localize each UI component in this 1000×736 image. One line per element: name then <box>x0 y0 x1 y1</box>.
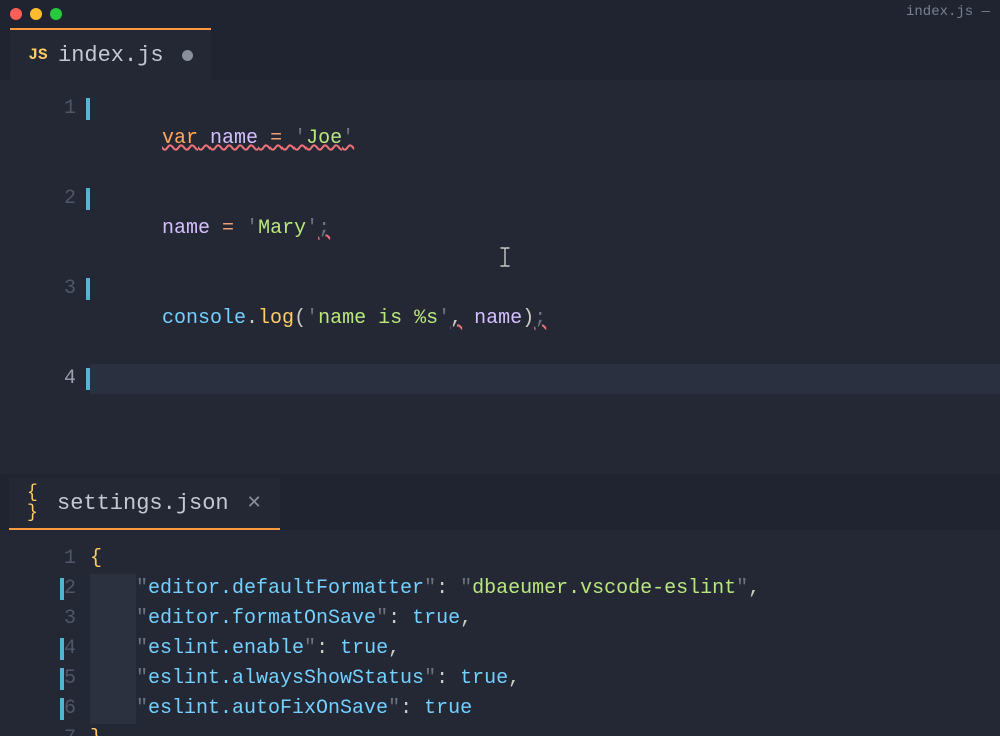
code-line: 3 "editor.formatOnSave": true, <box>0 604 1000 634</box>
tab-bar-top: JS index.js <box>0 28 1000 80</box>
tab-label: settings.json <box>57 491 229 516</box>
line-number: 2 <box>0 574 90 604</box>
window-controls <box>10 8 62 20</box>
close-window-button[interactable] <box>10 8 22 20</box>
line-number: 4 <box>0 364 90 394</box>
code-line: 2 "editor.defaultFormatter": "dbaeumer.v… <box>0 574 1000 604</box>
line-number: 3 <box>0 274 90 304</box>
code-line: 6 "eslint.autoFixOnSave": true <box>0 694 1000 724</box>
line-number: 3 <box>0 604 90 634</box>
line-number: 6 <box>0 694 90 724</box>
line-number: 7 <box>0 724 90 736</box>
line-number: 1 <box>0 94 90 124</box>
code-line: 1 { <box>0 544 1000 574</box>
line-number: 4 <box>0 634 90 664</box>
tab-settings-json[interactable]: { } settings.json ✕ <box>9 478 280 530</box>
code-line: 4 "eslint.enable": true, <box>0 634 1000 664</box>
editor-settings-json[interactable]: 1 { 2 "editor.defaultFormatter": "dbaeum… <box>0 530 1000 736</box>
code-line-current: 4 <box>0 364 1000 394</box>
code-line: 5 "eslint.alwaysShowStatus": true, <box>0 664 1000 694</box>
code-line: 2 name = 'Mary'; <box>0 184 1000 274</box>
editor-index-js[interactable]: 1 var name = 'Joe' 2 name = 'Mary'; 3 co… <box>0 80 1000 474</box>
titlebar: index.js — <box>0 0 1000 28</box>
code-line: 7 } <box>0 724 1000 736</box>
maximize-window-button[interactable] <box>50 8 62 20</box>
window-title: index.js — <box>906 4 990 20</box>
json-file-icon: { } <box>27 493 47 513</box>
js-file-icon: JS <box>28 45 48 65</box>
tab-bar-bottom: { } settings.json ✕ <box>0 478 1000 530</box>
tab-index-js[interactable]: JS index.js <box>10 28 211 80</box>
code-line: 3 console.log('name is %s', name); <box>0 274 1000 364</box>
minimize-window-button[interactable] <box>30 8 42 20</box>
code-line: 1 var name = 'Joe' <box>0 94 1000 184</box>
tab-label: index.js <box>58 43 164 68</box>
line-number: 5 <box>0 664 90 694</box>
close-tab-icon[interactable]: ✕ <box>247 492 262 514</box>
modified-indicator-icon <box>182 50 193 61</box>
line-number: 2 <box>0 184 90 214</box>
line-number: 1 <box>0 544 90 574</box>
